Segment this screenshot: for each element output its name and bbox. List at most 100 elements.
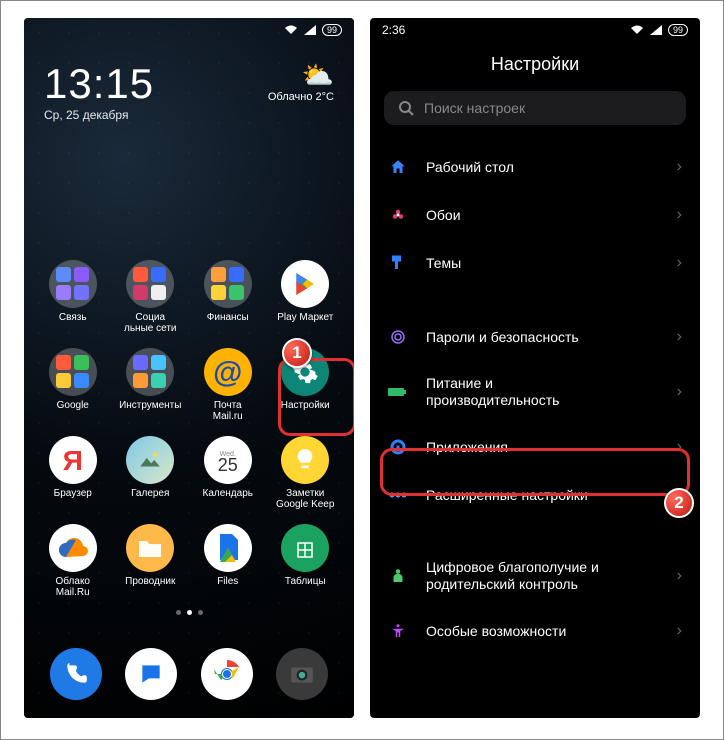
app-почта[interactable]: @ ПочтаMail.ru — [191, 348, 265, 430]
phone-settings-screen: 2:36 99 Настройки Поиск настроек Рабочий… — [370, 18, 700, 718]
app-icon — [281, 260, 329, 308]
app-icon — [126, 524, 174, 572]
setting-wellbeing[interactable]: Цифровое благополучие иродительский конт… — [370, 545, 700, 607]
clock-date[interactable]: Ср, 25 декабря — [44, 108, 154, 122]
chevron-right-icon: › — [677, 158, 682, 176]
dock — [24, 636, 354, 718]
setting-brush[interactable]: Темы › — [370, 239, 700, 287]
app-галерея[interactable]: Галерея — [114, 436, 188, 518]
clock-time[interactable]: 13:15 — [44, 60, 154, 108]
chevron-right-icon: › — [677, 206, 682, 224]
setting-accessibility[interactable]: Особые возможности › — [370, 607, 700, 655]
app-label: Проводник — [125, 576, 175, 587]
app-icon — [281, 436, 329, 484]
setting-label: Рабочий стол — [426, 159, 659, 176]
app-label: Настройки — [281, 400, 330, 411]
fingerprint-icon — [388, 327, 408, 347]
app-браузер[interactable]: Я Браузер — [36, 436, 110, 518]
dock-camera[interactable] — [276, 648, 328, 700]
app-icon: @ — [204, 348, 252, 396]
app-play-маркет[interactable]: Play Маркет — [269, 260, 343, 342]
search-input[interactable]: Поиск настроек — [384, 91, 686, 125]
search-placeholder: Поиск настроек — [424, 100, 525, 116]
status-time: 2:36 — [382, 23, 405, 37]
app-таблицы[interactable]: Таблицы — [269, 524, 343, 606]
setting-label: Расширенные настройки — [426, 487, 659, 504]
setting-label: Цифровое благополучие иродительский конт… — [426, 559, 659, 593]
setting-label: Обои — [426, 207, 659, 224]
app-label: Таблицы — [285, 576, 326, 587]
status-bar: 2:36 99 — [370, 18, 700, 42]
app-icon — [49, 348, 97, 396]
dock-chrome[interactable] — [201, 648, 253, 700]
app-финансы[interactable]: Финансы — [191, 260, 265, 342]
wellbeing-icon — [388, 566, 408, 586]
setting-battery[interactable]: Питание ипроизводительность › — [370, 361, 700, 423]
app-label: Google — [57, 400, 89, 411]
signal-icon — [650, 25, 662, 35]
setting-label: Приложения — [426, 439, 659, 456]
setting-fingerprint[interactable]: Пароли и безопасность › — [370, 313, 700, 361]
setting-home[interactable]: Рабочий стол › — [370, 143, 700, 191]
app-социа[interactable]: Социальные сети — [114, 260, 188, 342]
app-icon — [49, 260, 97, 308]
chevron-right-icon: › — [677, 383, 682, 401]
app-icon: Я — [49, 436, 97, 484]
app-label: ОблакоMail.Ru — [55, 576, 90, 598]
app-label: ПочтаMail.ru — [213, 400, 243, 422]
chevron-right-icon: › — [677, 486, 682, 504]
battery-indicator: 99 — [322, 24, 342, 36]
app-инструменты[interactable]: Инструменты — [114, 348, 188, 430]
chevron-right-icon: › — [677, 438, 682, 456]
app-label: Связь — [59, 312, 87, 323]
search-icon — [398, 100, 414, 116]
flower-icon — [388, 205, 408, 225]
app-google[interactable]: Google — [36, 348, 110, 430]
setting-dots[interactable]: Расширенные настройки › — [370, 471, 700, 519]
status-bar: 99 — [24, 18, 354, 42]
app-связь[interactable]: Связь — [36, 260, 110, 342]
page-indicator — [24, 606, 354, 619]
setting-flower[interactable]: Обои › — [370, 191, 700, 239]
chevron-right-icon: › — [677, 254, 682, 272]
app-label: Инструменты — [119, 400, 181, 411]
app-настройки[interactable]: Настройки — [269, 348, 343, 430]
page-title: Настройки — [370, 42, 700, 91]
home-icon — [388, 157, 408, 177]
app-icon — [126, 436, 174, 484]
app-label: Браузер — [54, 488, 92, 499]
apps-icon — [388, 437, 408, 457]
setting-label: Темы — [426, 255, 659, 272]
dock-phone[interactable] — [50, 648, 102, 700]
wifi-icon — [284, 25, 298, 35]
app-icon — [126, 260, 174, 308]
app-календарь[interactable]: Wed.25Календарь — [191, 436, 265, 518]
app-icon — [204, 524, 252, 572]
app-files[interactable]: Files — [191, 524, 265, 606]
app-label: Финансы — [207, 312, 249, 323]
app-icon: Wed.25 — [204, 436, 252, 484]
weather-widget[interactable]: ⛅ Облачно 2°C — [268, 60, 334, 122]
chevron-right-icon: › — [677, 328, 682, 346]
setting-apps[interactable]: Приложения › — [370, 423, 700, 471]
setting-label: Пароли и безопасность — [426, 329, 659, 346]
chevron-right-icon: › — [677, 567, 682, 585]
battery-indicator: 99 — [668, 24, 688, 36]
app-icon — [281, 524, 329, 572]
app-проводник[interactable]: Проводник — [114, 524, 188, 606]
battery-icon — [388, 382, 408, 402]
dock-messages[interactable] — [125, 648, 177, 700]
dots-icon — [388, 485, 408, 505]
app-облако[interactable]: ОблакоMail.Ru — [36, 524, 110, 606]
phone-home-screen: 99 13:15 Ср, 25 декабря ⛅ Облачно 2°C Св… — [24, 18, 354, 718]
setting-label: Особые возможности — [426, 623, 659, 640]
app-label: Галерея — [131, 488, 169, 499]
accessibility-icon — [388, 621, 408, 641]
weather-icon: ⛅ — [268, 60, 334, 91]
chevron-right-icon: › — [677, 622, 682, 640]
app-icon — [204, 260, 252, 308]
app-label: Files — [217, 576, 238, 587]
app-icon — [49, 524, 97, 572]
setting-label: Питание ипроизводительность — [426, 375, 659, 409]
app-заметки[interactable]: ЗаметкиGoogle Keep — [269, 436, 343, 518]
